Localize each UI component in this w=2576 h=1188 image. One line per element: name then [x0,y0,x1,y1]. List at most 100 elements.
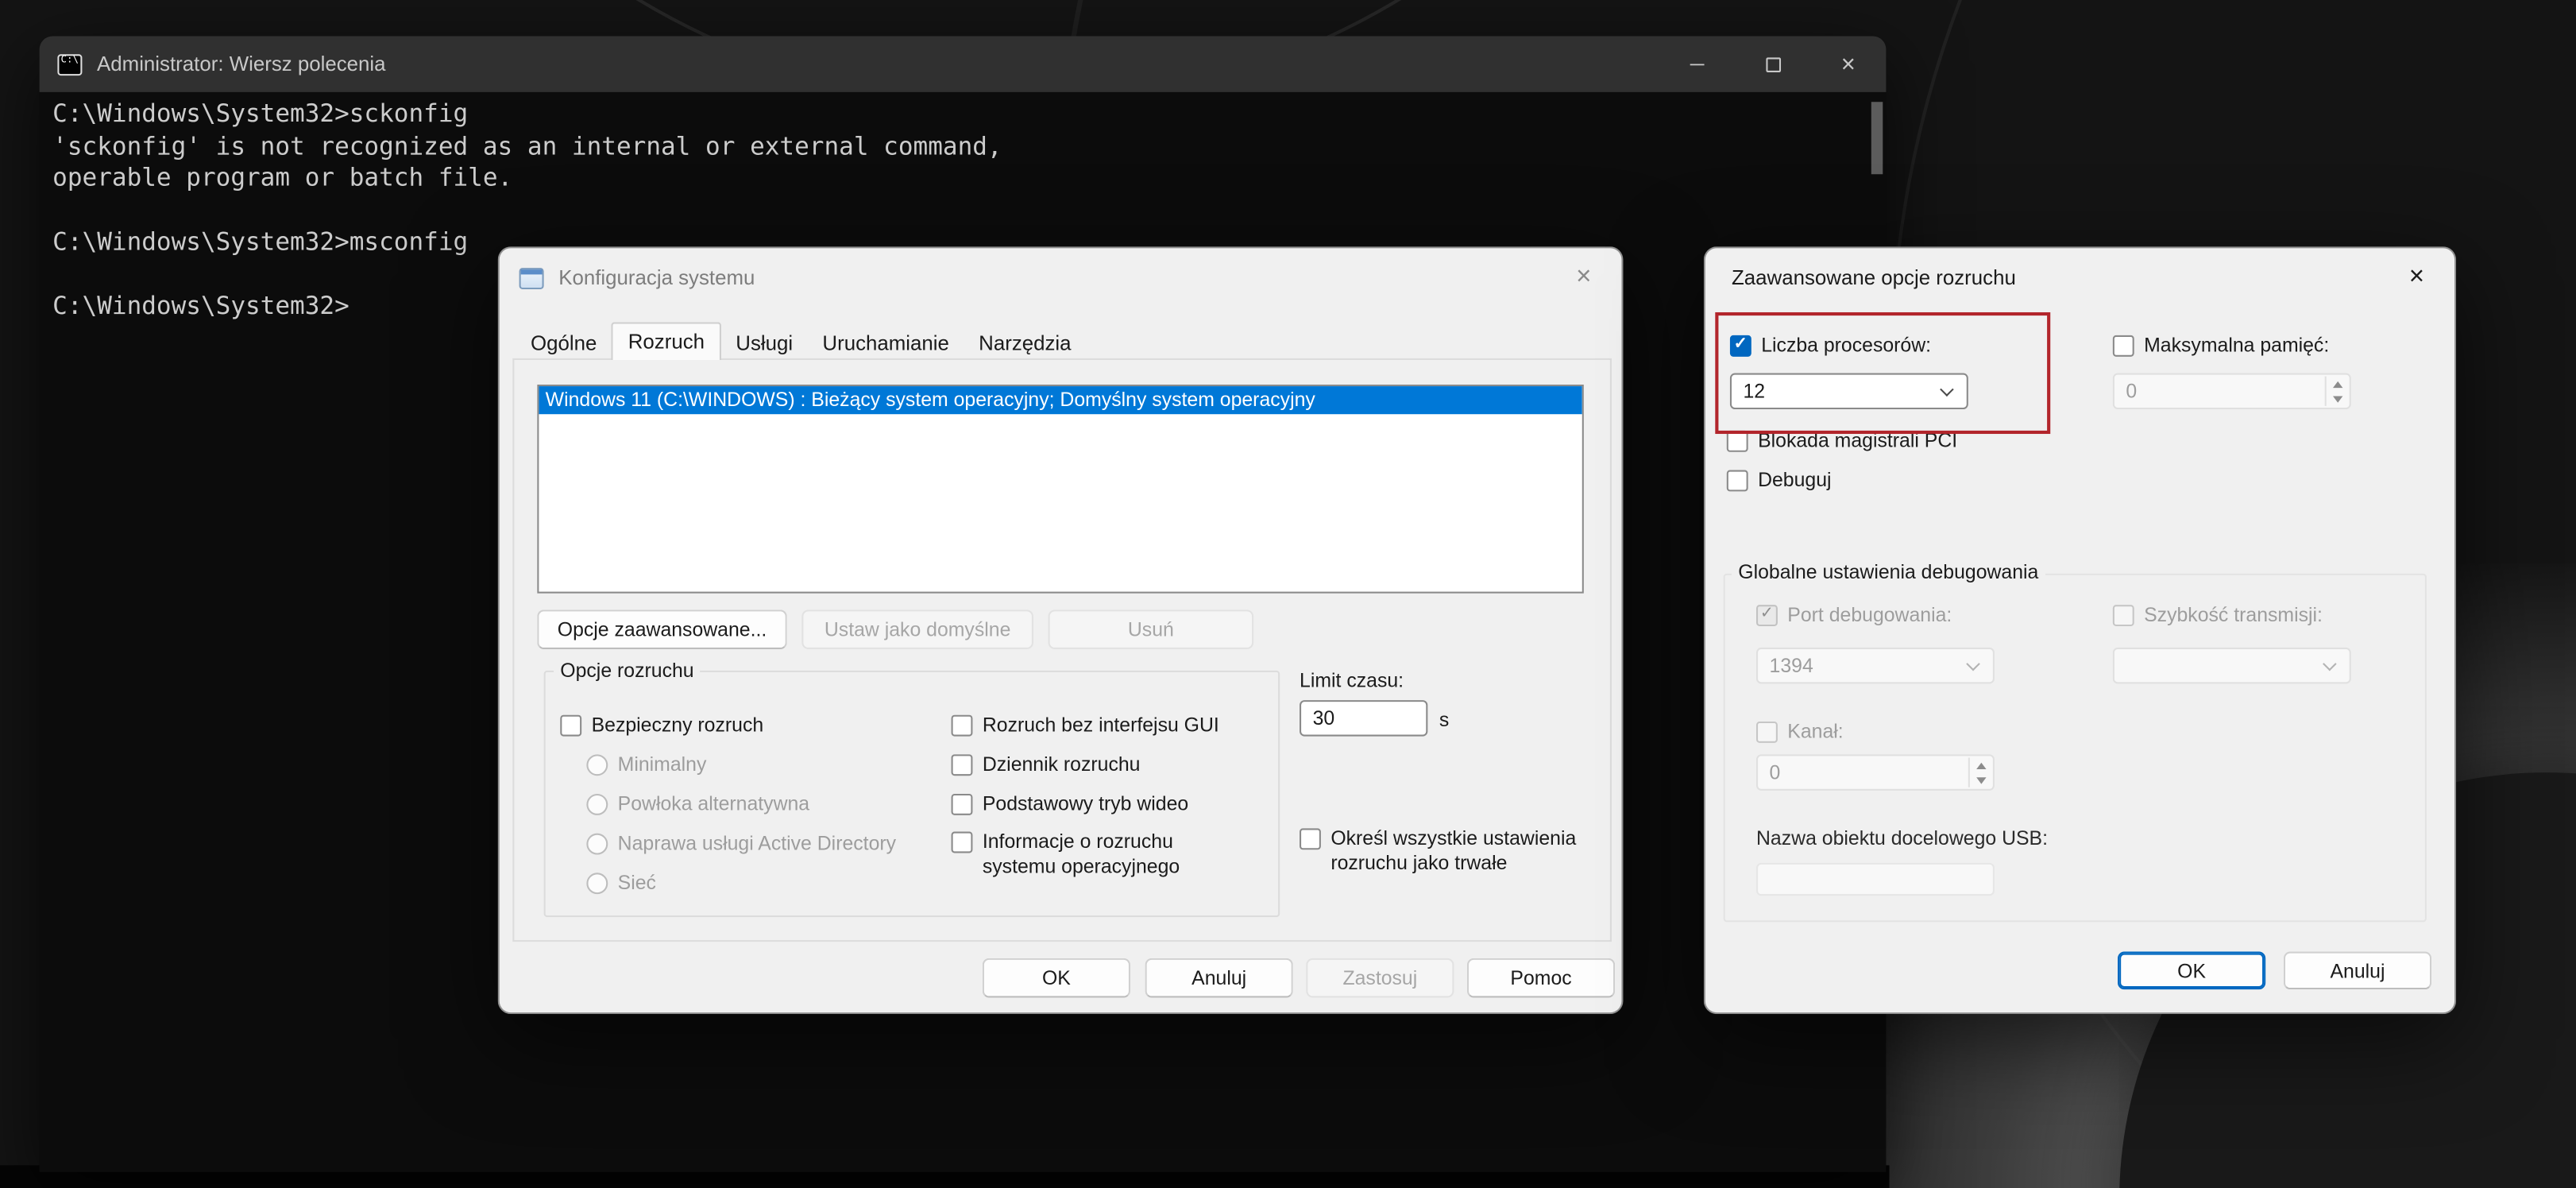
network-radio [586,872,608,894]
network-option: Sieć [586,871,656,894]
spinner-arrows [2324,376,2348,406]
msconfig-titlebar[interactable]: Konfiguracja systemu × [500,248,1622,307]
help-button[interactable]: Pomoc [1466,958,1616,998]
pci-lock-checkbox[interactable] [1726,429,1748,451]
no-gui-boot-checkbox[interactable] [951,714,973,736]
max-memory-spinner: 0 [2112,373,2351,410]
minimal-label: Minimalny [617,753,707,776]
terminal-line: C:\Windows\System32>sckonfig [52,99,469,129]
baud-rate-dropdown [2112,647,2351,684]
debug-option[interactable]: Debuguj [1726,468,1832,492]
maximize-button[interactable] [1735,37,1810,92]
boot-entry-row[interactable]: Windows 11 (C:\WINDOWS) : Bieżący system… [539,386,1582,415]
safe-boot-checkbox[interactable] [560,714,582,736]
msconfig-title: Konfiguracja systemu [558,266,755,290]
close-icon: × [2408,261,2425,291]
cancel-button[interactable]: Anuluj [1145,958,1293,998]
max-memory-checkbox[interactable] [2112,334,2134,356]
persistent-settings-option[interactable]: Określ wszystkie ustawienia rozruchu jak… [1300,826,1602,876]
os-boot-info-option[interactable]: Informacje o rozruchu systemu operacyjne… [951,830,1241,879]
msconfig-tab-bar: Ogólne Rozruch Usługi Uruchamianie Narzę… [516,322,1086,360]
boot-log-checkbox[interactable] [951,753,973,776]
base-video-label: Podstawowy tryb wideo [982,791,1189,815]
channel-spinner: 0 [1756,754,1995,791]
base-video-checkbox[interactable] [951,792,973,815]
minimal-option: Minimalny [586,753,706,776]
max-memory-option[interactable]: Maksymalna pamięć: [2112,333,2330,357]
advanced-titlebar[interactable]: Zaawansowane opcje rozruchu × [1705,248,2454,307]
alternate-shell-radio [586,792,608,815]
tab-uruchamianie[interactable]: Uruchamianie [808,327,964,360]
debug-port-value: 1394 [1769,654,1813,678]
timeout-label: Limit czasu: [1300,668,1404,692]
chevron-down-icon [2323,656,2337,671]
boot-options-group-label: Opcje rozruchu [554,659,701,683]
persistent-settings-checkbox[interactable] [1300,828,1321,850]
terminal-titlebar[interactable]: Administrator: Wiersz polecenia ─ × [39,36,1887,92]
tab-narzedzia[interactable]: Narzędzia [964,327,1087,360]
msconfig-close-button[interactable]: × [1546,248,1621,305]
close-icon: × [1840,50,1856,79]
num-processors-checkbox[interactable]: ✓ [1729,334,1751,356]
debug-port-dropdown: 1394 [1756,647,1995,684]
num-processors-value: 12 [1743,379,1766,403]
debug-label: Debuguj [1758,468,1832,492]
terminal-line: operable program or batch file. [52,162,513,192]
usb-target-label: Nazwa obiektu docelowego USB: [1756,826,2049,850]
usb-target-input [1756,862,1995,896]
msconfig-icon [519,267,544,288]
no-gui-boot-label: Rozruch bez interfejsu GUI [982,713,1219,737]
os-boot-info-checkbox[interactable] [951,831,973,853]
ad-repair-label: Naprawa usługi Active Directory [617,831,897,855]
chevron-down-icon [1966,656,1980,671]
ad-repair-option: Naprawa usługi Active Directory [586,832,896,855]
close-button[interactable]: × [1810,37,1886,92]
spinner-up-icon [1975,761,1986,768]
pci-lock-option[interactable]: Blokada magistrali PCI [1726,429,1957,452]
channel-label: Kanał: [1787,719,1844,743]
max-memory-value: 0 [2126,379,2138,403]
minimize-button[interactable]: ─ [1659,37,1735,92]
safe-boot-option[interactable]: Bezpieczny rozruch [560,714,763,737]
boot-log-option[interactable]: Dziennik rozruchu [951,753,1141,776]
debug-port-checkbox: ✓ [1756,604,1778,625]
os-boot-info-label: Informacje o rozruchu systemu operacyjne… [982,830,1180,878]
global-debug-group-label: Globalne ustawienia debugowania [1731,560,2045,584]
baud-rate-option: Szybkość transmisji: [2112,603,2323,627]
debug-port-label: Port debugowania: [1787,603,1952,627]
scrollbar-thumb[interactable] [1871,102,1883,175]
safe-boot-label: Bezpieczny rozruch [591,713,764,737]
boot-entries-list[interactable]: Windows 11 (C:\WINDOWS) : Bieżący system… [537,384,1584,594]
baud-rate-label: Szybkość transmisji: [2144,603,2323,627]
debug-checkbox[interactable] [1726,469,1748,491]
alternate-shell-label: Powłoka alternatywna [617,791,810,815]
close-icon: × [1576,261,1592,291]
advanced-title: Zaawansowane opcje rozruchu [1731,266,2016,290]
tab-uslugi[interactable]: Usługi [721,327,808,360]
timeout-input[interactable]: 30 [1300,700,1428,737]
num-processors-option[interactable]: ✓ Liczba procesorów: [1729,333,1932,357]
boot-log-label: Dziennik rozruchu [982,753,1141,776]
advanced-boot-dialog: Zaawansowane opcje rozruchu × ✓ Liczba p… [1703,246,2457,1015]
checkmark-icon: ✓ [1733,335,1748,354]
base-video-option[interactable]: Podstawowy tryb wideo [951,791,1189,815]
cancel-button[interactable]: Anuluj [2283,951,2432,990]
max-memory-label: Maksymalna pamięć: [2144,333,2330,357]
spinner-up-icon [2331,380,2342,388]
no-gui-boot-option[interactable]: Rozruch bez interfejsu GUI [951,713,1219,737]
ad-repair-radio [586,832,608,854]
ok-button[interactable]: OK [982,958,1130,998]
channel-value: 0 [1769,760,1781,784]
alternate-shell-option: Powłoka alternatywna [586,792,809,815]
advanced-options-button[interactable]: Opcje zaawansowane... [537,609,787,649]
msconfig-dialog: Konfiguracja systemu × Ogólne Rozruch Us… [497,246,1624,1015]
spinner-arrows [1968,757,1991,787]
desktop: Administrator: Wiersz polecenia ─ × C:\W… [0,0,2576,1188]
num-processors-dropdown[interactable]: 12 [1729,373,1968,410]
tab-rozruch[interactable]: Rozruch [612,322,721,360]
ok-button[interactable]: OK [2118,951,2266,990]
tab-ogolne[interactable]: Ogólne [516,327,612,360]
advanced-close-button[interactable]: × [2379,248,2454,305]
num-processors-label: Liczba procesorów: [1761,333,1932,357]
